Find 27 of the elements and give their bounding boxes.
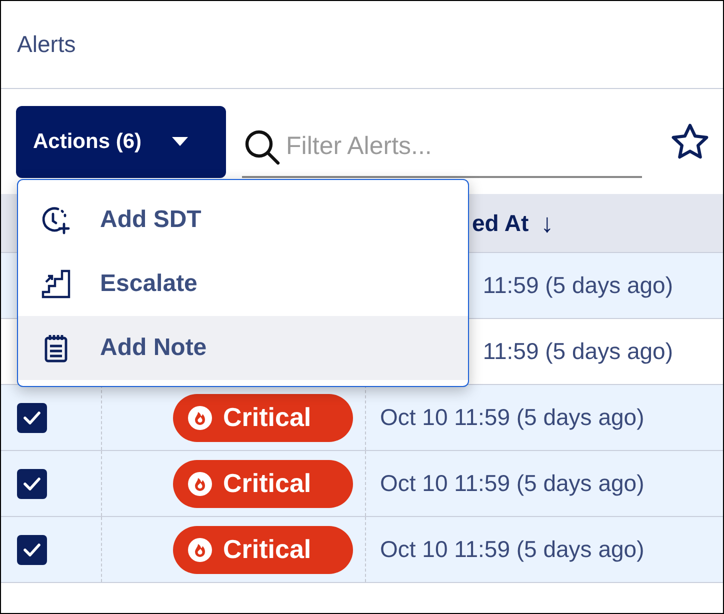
search-field[interactable]: Filter Alerts...: [286, 128, 642, 166]
page-title: Alerts: [17, 30, 76, 60]
alert-time: Oct 10 11:59 (5 days ago): [380, 535, 644, 564]
alert-time: 11:59 (5 days ago): [482, 337, 673, 366]
sort-arrow[interactable]: ↓: [540, 204, 554, 242]
menu-item[interactable]: Add SDT: [18, 188, 468, 252]
row-checkbox[interactable]: [17, 534, 47, 564]
stairs-icon: [40, 268, 72, 300]
menu-item[interactable]: Escalate: [18, 252, 468, 316]
alert-time: Oct 10 11:59 (5 days ago): [380, 403, 644, 432]
table-row[interactable]: Critical Oct 10 11:59 (5 days ago): [1, 517, 723, 583]
row-checkbox[interactable]: [17, 468, 47, 498]
severity-badge: Critical: [173, 394, 353, 442]
menu-item[interactable]: Add Note: [18, 316, 468, 380]
row-checkbox[interactable]: [17, 402, 47, 432]
clock-plus-icon: [40, 204, 72, 236]
alert-time: Oct 10 11:59 (5 days ago): [380, 469, 644, 498]
severity-badge: Critical: [173, 460, 353, 508]
severity-badge: Critical: [173, 526, 353, 574]
caret-icon: [172, 137, 188, 146]
flame-icon: [187, 404, 213, 430]
flame-icon: [187, 536, 213, 562]
table-row[interactable]: Critical Oct 10 11:59 (5 days ago): [1, 385, 723, 451]
alert-time: 11:59 (5 days ago): [482, 271, 673, 300]
table-row[interactable]: Critical Oct 10 11:59 (5 days ago): [1, 451, 723, 517]
actions-button[interactable]: Actions (6): [16, 106, 226, 178]
flame-icon: [187, 470, 213, 496]
